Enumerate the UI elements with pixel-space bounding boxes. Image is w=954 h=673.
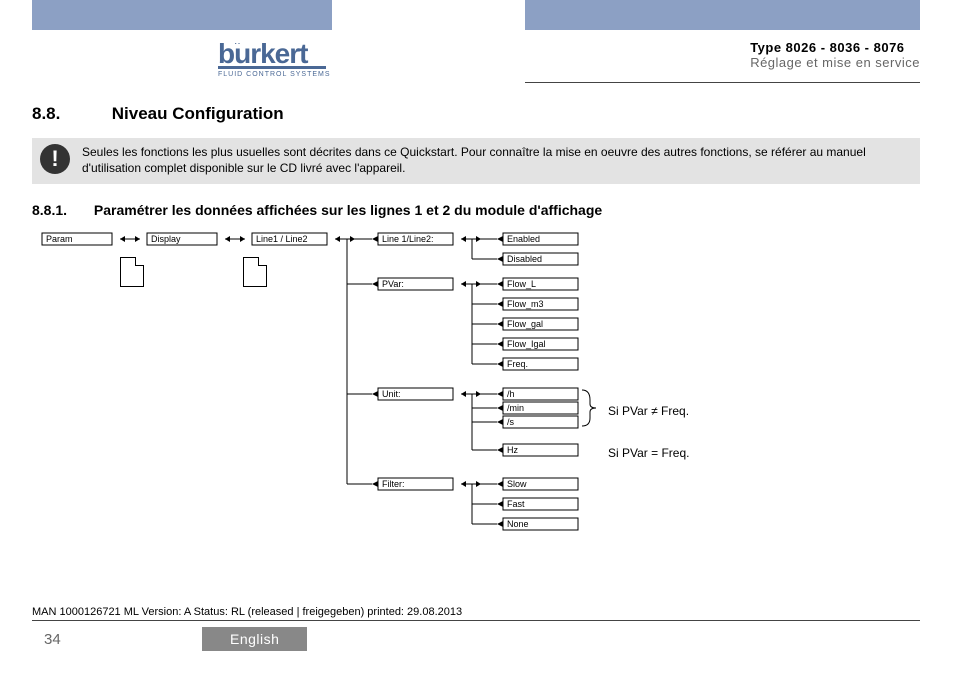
top-bar-right [525,0,920,30]
node-filter: Filter: [382,479,405,489]
opt-enabled: Enabled [507,234,540,244]
top-bar-left [32,0,332,30]
config-hierarchy-diagram: .box { fill:#fff; stroke:#000; stroke-wi… [32,228,632,548]
opt-flowigal: Flow_Igal [507,339,546,349]
opt-flowgal: Flow_gal [507,319,543,329]
section-number: 8.8. [32,104,107,124]
annotation-pvar-ne: Si PVar ≠ Freq. [608,404,689,418]
page-footer: 34 English [32,629,920,655]
opt-min: /min [507,403,524,413]
node-display: Display [151,234,181,244]
logo-tagline: FLUID CONTROL SYSTEMS [218,71,348,78]
subsection-heading: 8.8.1. Paramétrer les données affichées … [32,202,920,218]
opt-flowm3: Flow_m3 [507,299,544,309]
subsection-number: 8.8.1. [32,202,90,218]
doc-subtitle: Réglage et mise en service [750,55,920,70]
top-divider-bars [0,0,954,30]
opt-slow: Slow [507,479,527,489]
section-title: Niveau Configuration [112,104,284,123]
opt-s: /s [507,417,515,427]
logo-umlaut: ‥ [234,36,243,47]
opt-freq: Freq. [507,359,528,369]
brand-logo: ‥ burkert FLUID CONTROL SYSTEMS [218,38,348,78]
content-area: 8.8. Niveau Configuration ! Seules les f… [32,104,920,218]
doc-type: Type 8026 - 8036 - 8076 [750,40,920,55]
node-param: Param [46,234,73,244]
annotation-pvar-eq: Si PVar = Freq. [608,446,689,460]
footer-meta: MAN 1000126721 ML Version: A Status: RL … [32,606,462,618]
opt-h: /h [507,389,515,399]
note-callout: ! Seules les fonctions les plus usuelles… [32,138,920,184]
opt-disabled: Disabled [507,254,542,264]
header-rule [525,82,920,83]
note-text: Seules les fonctions les plus usuelles s… [82,145,866,175]
page-number: 34 [44,631,61,648]
subsection-title: Paramétrer les données affichées sur les… [94,202,602,218]
opt-none: None [507,519,529,529]
opt-hz: Hz [507,445,518,455]
node-unit: Unit: [382,389,401,399]
node-pvar: PVar: [382,279,404,289]
node-line12: Line 1/Line2: [382,234,434,244]
node-line12-root: Line1 / Line2 [256,234,308,244]
section-heading: 8.8. Niveau Configuration [32,104,920,124]
opt-flowl: Flow_L [507,279,536,289]
language-label: English [202,627,307,651]
opt-fast: Fast [507,499,525,509]
footer-meta-line: MAN 1000126721 ML Version: A Status: RL … [32,606,920,621]
doc-header: Type 8026 - 8036 - 8076 Réglage et mise … [750,40,920,70]
warning-icon: ! [40,144,70,174]
